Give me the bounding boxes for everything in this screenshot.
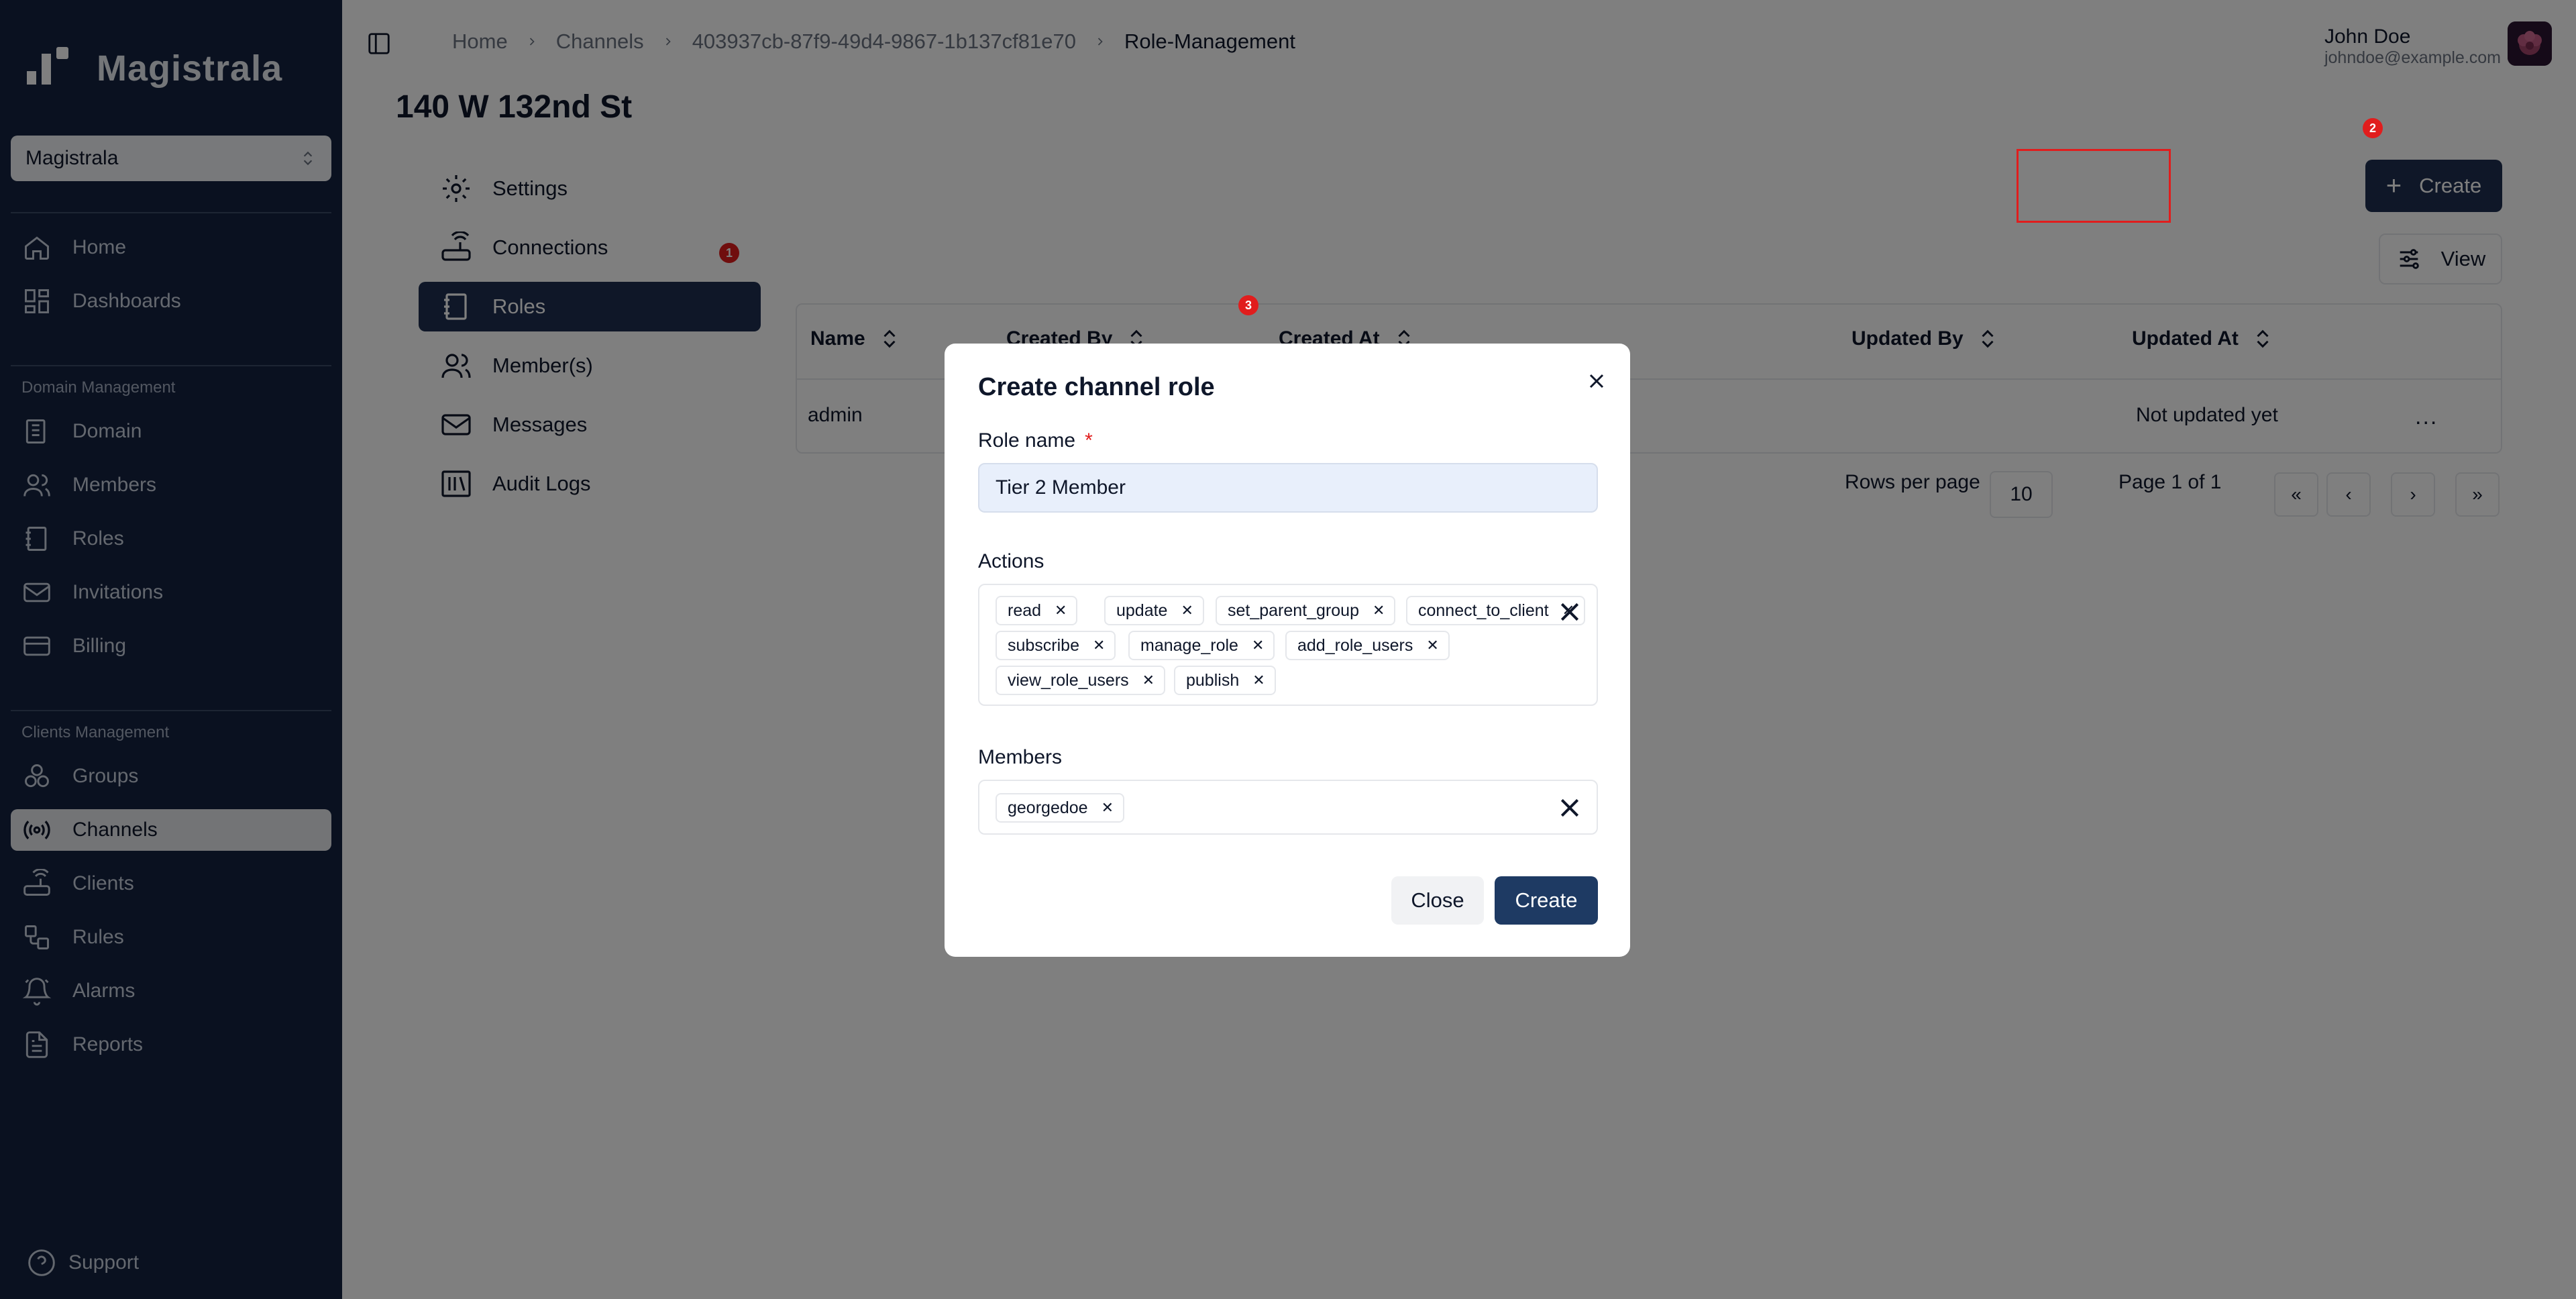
action-tag: set_parent_group ✕ <box>1216 596 1396 625</box>
remove-tag-icon[interactable]: ✕ <box>1093 637 1105 654</box>
action-tag: add_role_users ✕ <box>1285 631 1450 660</box>
annotation-highlight-box <box>2017 149 2171 223</box>
remove-tag-icon[interactable]: ✕ <box>1252 637 1264 654</box>
create-role-dialog: Create channel role Role name * Tier 2 Me… <box>945 344 1630 957</box>
action-tag: read ✕ <box>996 596 1078 625</box>
required-marker: * <box>1085 429 1093 452</box>
member-tag: georgedoe ✕ <box>996 793 1124 823</box>
annotation-badge-2: 2 <box>2363 118 2383 138</box>
remove-tag-icon[interactable]: ✕ <box>1426 637 1438 654</box>
tag-label: publish <box>1186 670 1240 690</box>
clear-all-icon[interactable] <box>1556 599 1583 625</box>
tag-label: update <box>1116 601 1168 620</box>
tag-label: georgedoe <box>1008 798 1088 817</box>
actions-label: Actions <box>978 550 1044 572</box>
tag-label: set_parent_group <box>1228 601 1359 620</box>
create-button[interactable]: Create <box>1495 876 1598 925</box>
action-tag: view_role_users ✕ <box>996 666 1166 695</box>
action-tag: manage_role ✕ <box>1128 631 1275 660</box>
action-tag: update ✕ <box>1104 596 1204 625</box>
tag-label: view_role_users <box>1008 670 1129 690</box>
remove-tag-icon[interactable]: ✕ <box>1181 602 1193 619</box>
members-multiselect[interactable]: georgedoe ✕ <box>978 780 1598 835</box>
action-tag: subscribe ✕ <box>996 631 1116 660</box>
role-name-input[interactable]: Tier 2 Member <box>978 463 1598 513</box>
tag-label: connect_to_client <box>1418 601 1549 620</box>
tag-label: manage_role <box>1140 635 1238 655</box>
dialog-title: Create channel role <box>978 373 1215 401</box>
role-name-label-text: Role name <box>978 429 1076 452</box>
remove-tag-icon[interactable]: ✕ <box>1055 602 1067 619</box>
clear-all-icon[interactable] <box>1556 794 1583 821</box>
tag-label: add_role_users <box>1297 635 1413 655</box>
remove-tag-icon[interactable]: ✕ <box>1252 672 1265 689</box>
members-label: Members <box>978 746 1063 768</box>
tag-label: read <box>1008 601 1042 620</box>
tag-label: subscribe <box>1008 635 1079 655</box>
action-tag: publish ✕ <box>1174 666 1276 695</box>
remove-tag-icon[interactable]: ✕ <box>1373 602 1385 619</box>
close-icon[interactable] <box>1585 369 1609 393</box>
remove-tag-icon[interactable]: ✕ <box>1102 799 1114 817</box>
annotation-badge-3: 3 <box>1238 295 1258 315</box>
remove-tag-icon[interactable]: ✕ <box>1142 672 1155 689</box>
close-button[interactable]: Close <box>1391 876 1484 925</box>
actions-multiselect[interactable]: read ✕ update ✕ set_parent_group ✕ connect_… <box>978 584 1598 706</box>
role-name-label: Role name * <box>978 429 1093 452</box>
